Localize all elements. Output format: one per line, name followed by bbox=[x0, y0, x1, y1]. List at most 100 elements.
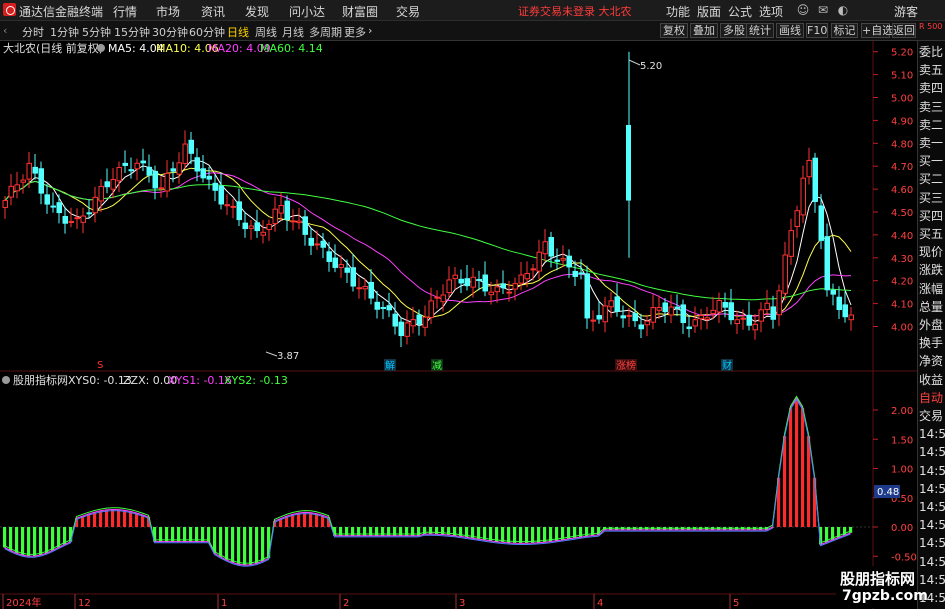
candle-body bbox=[170, 168, 176, 172]
more-chevron-icon[interactable]: › bbox=[368, 24, 372, 37]
date-tick-label: 12 bbox=[78, 598, 91, 609]
side-panel-item[interactable]: 卖三 bbox=[919, 98, 945, 116]
marker-jie[interactable]: 解 bbox=[385, 359, 395, 372]
side-panel-item[interactable]: 买五 bbox=[919, 225, 945, 243]
tab-1min[interactable]: 1分钟 bbox=[50, 24, 79, 40]
side-panel-item[interactable]: 收益 bbox=[919, 371, 945, 389]
indicator-bar bbox=[303, 512, 307, 527]
overlay-button[interactable]: 叠加 bbox=[690, 23, 718, 38]
menu-faxian[interactable]: 发现 bbox=[245, 3, 269, 20]
indicator-bar bbox=[135, 512, 139, 527]
side-panel-item[interactable]: 卖二 bbox=[919, 116, 945, 134]
side-panel-item[interactable]: 自动 bbox=[919, 389, 945, 407]
side-panel-item[interactable]: 现价 bbox=[919, 243, 945, 261]
side-panel-item[interactable]: 涨幅 bbox=[919, 280, 945, 298]
side-panel-item[interactable]: 委比 bbox=[919, 43, 945, 61]
side-panel-item[interactable]: 卖一 bbox=[919, 134, 945, 152]
tab-5min[interactable]: 5分钟 bbox=[82, 24, 111, 40]
xys1-label: XYS1: -0.16 bbox=[168, 374, 232, 387]
skin-icon[interactable]: ◐ bbox=[835, 2, 851, 18]
indicator-bar bbox=[531, 527, 535, 544]
candle-body bbox=[560, 258, 566, 261]
side-panel-item[interactable]: 换手 bbox=[919, 334, 945, 352]
tab-weekly[interactable]: 周线 bbox=[255, 24, 277, 40]
draw-line-button[interactable]: 画线 bbox=[776, 23, 804, 38]
side-panel-item[interactable]: 买四 bbox=[919, 207, 945, 225]
mark-button[interactable]: 标记 bbox=[831, 23, 858, 38]
tab-more[interactable]: 更多 bbox=[344, 24, 366, 40]
marker-jian[interactable]: 减 bbox=[432, 360, 442, 372]
side-panel-item[interactable]: 14:56 bbox=[919, 425, 945, 443]
chart-legend-title: 大北农(日线 前复权) bbox=[3, 41, 103, 55]
indicator-bar bbox=[57, 527, 61, 548]
menu-wenxiaoda[interactable]: 问小达 bbox=[289, 3, 325, 20]
candle-body bbox=[662, 302, 668, 313]
side-panel-item[interactable]: 总量 bbox=[919, 298, 945, 316]
side-panel-item[interactable]: 14:56 bbox=[919, 571, 945, 589]
candle-body bbox=[44, 194, 50, 205]
indicator-bar bbox=[789, 408, 793, 527]
side-panel-item[interactable]: 14:56 bbox=[919, 516, 945, 534]
candle-body bbox=[176, 162, 182, 175]
candle-body bbox=[734, 319, 740, 324]
f10-button[interactable]: F10 bbox=[806, 23, 828, 38]
side-panel-item[interactable]: 14:56 bbox=[919, 480, 945, 498]
side-panel-item[interactable]: 14:56 bbox=[919, 553, 945, 571]
side-panel-item[interactable]: 卖四 bbox=[919, 79, 945, 97]
multi-stock-button[interactable]: 多股 bbox=[720, 23, 748, 38]
candle-body bbox=[320, 240, 326, 248]
candle-body bbox=[290, 220, 296, 223]
marker-cai[interactable]: 财 bbox=[722, 359, 732, 372]
marker-s[interactable]: S bbox=[97, 360, 103, 371]
candle-body bbox=[668, 306, 674, 316]
marker-zhangbang[interactable]: 涨榜 bbox=[616, 359, 636, 372]
back-arrow-icon[interactable]: ‹ bbox=[3, 24, 7, 37]
menu-caifuquan[interactable]: 财富圈 bbox=[342, 3, 378, 20]
kline-chart[interactable]: 大北农(日线 前复权) MA5: 4.04 MA10: 4.06 MA20: 4… bbox=[0, 41, 917, 609]
return-button[interactable]: 返回 bbox=[892, 23, 916, 38]
candle-body bbox=[62, 215, 68, 224]
menu-gongshi[interactable]: 公式 bbox=[728, 3, 752, 20]
side-panel-item[interactable]: 14:56 bbox=[919, 498, 945, 516]
side-panel-item[interactable]: 买一 bbox=[919, 152, 945, 170]
indicator-tick-label: -0.50 bbox=[891, 552, 917, 563]
menu-hangqing[interactable]: 行情 bbox=[113, 3, 137, 20]
candle-body bbox=[368, 281, 374, 299]
indicator-settings-icon[interactable] bbox=[2, 376, 10, 384]
tab-60min[interactable]: 60分钟 bbox=[189, 24, 225, 40]
tab-15min[interactable]: 15分钟 bbox=[114, 24, 150, 40]
tab-monthly[interactable]: 月线 bbox=[282, 24, 304, 40]
tab-multi-period[interactable]: 多周期 bbox=[309, 24, 342, 40]
menu-jiaoyi[interactable]: 交易 bbox=[396, 3, 420, 20]
tab-30min[interactable]: 30分钟 bbox=[152, 24, 188, 40]
side-panel-item[interactable]: 交易 bbox=[919, 407, 945, 425]
side-panel-item[interactable]: 卖五 bbox=[919, 61, 945, 79]
indicator-bar bbox=[261, 527, 265, 562]
mail-icon[interactable]: ✉ bbox=[815, 2, 831, 18]
menu-xuanxiang[interactable]: 选项 bbox=[759, 3, 783, 20]
menu-banmian[interactable]: 版面 bbox=[697, 3, 721, 20]
menu-zixun[interactable]: 资讯 bbox=[201, 3, 225, 20]
side-panel-item[interactable]: 14:56 bbox=[919, 462, 945, 480]
side-panel-item[interactable]: 涨跌 bbox=[919, 261, 945, 279]
side-panel-item[interactable]: 14:56 bbox=[919, 443, 945, 461]
candle-body bbox=[188, 139, 194, 154]
indicator-bar bbox=[309, 512, 313, 527]
guest-label[interactable]: 游客 bbox=[894, 3, 918, 20]
side-panel-item[interactable]: 买三 bbox=[919, 189, 945, 207]
side-panel-item[interactable]: 买二 bbox=[919, 170, 945, 188]
tab-daily[interactable]: 日线 bbox=[227, 24, 249, 40]
menu-shichang[interactable]: 市场 bbox=[156, 3, 180, 20]
tab-fenshi[interactable]: 分时 bbox=[22, 24, 44, 40]
side-panel-item[interactable]: 净资 bbox=[919, 352, 945, 370]
add-favorite-button[interactable]: +自选 bbox=[861, 23, 893, 38]
menu-gongneng[interactable]: 功能 bbox=[666, 3, 690, 20]
login-alert[interactable]: 证券交易未登录 大北农 bbox=[518, 3, 632, 19]
statistics-button[interactable]: 统计 bbox=[746, 23, 774, 38]
fuquan-button[interactable]: 复权 bbox=[660, 23, 688, 38]
candle-body bbox=[458, 278, 464, 284]
user-icon[interactable]: ☺ bbox=[795, 2, 811, 18]
side-panel-item[interactable]: 外盘 bbox=[919, 316, 945, 334]
settings-dot-icon[interactable] bbox=[97, 44, 105, 52]
side-panel-item[interactable]: 14:56 bbox=[919, 534, 945, 552]
